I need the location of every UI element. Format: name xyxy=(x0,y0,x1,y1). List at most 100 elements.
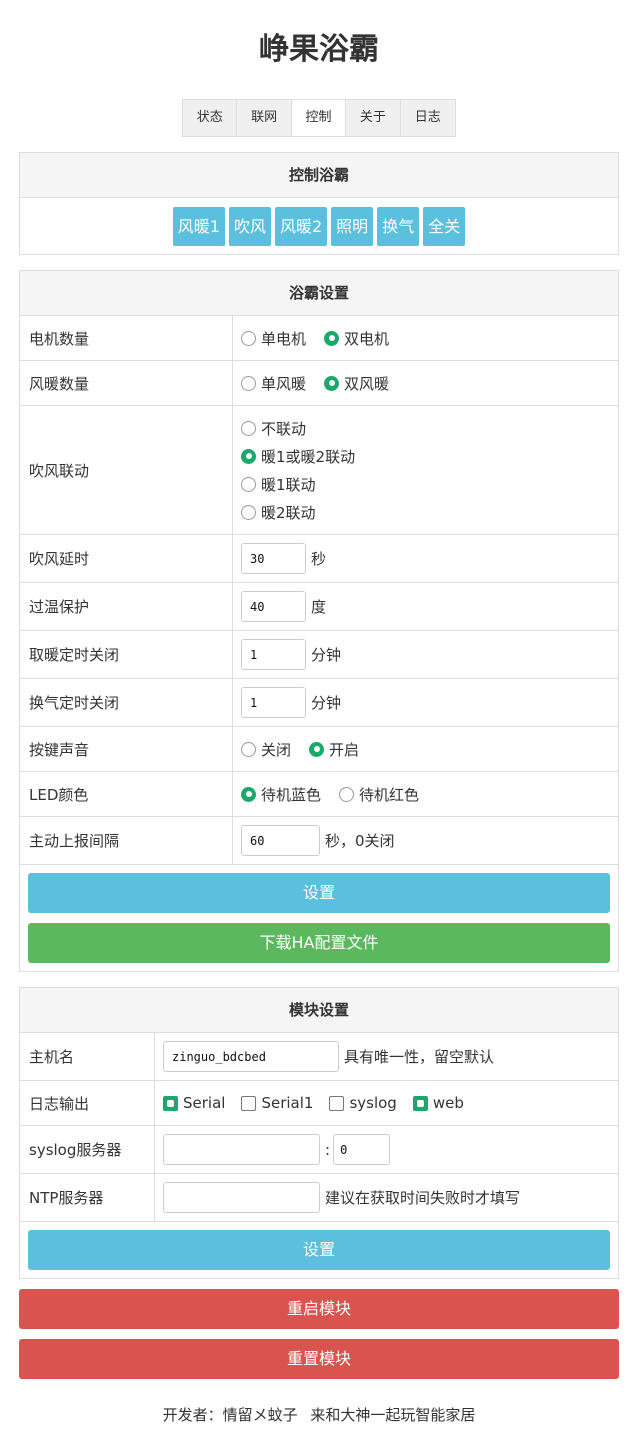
heat-timer-row: 取暖定时关闭 1 分钟 xyxy=(20,631,618,679)
settings-save-button[interactable]: 设置 xyxy=(28,873,610,913)
log-syslog-checkbox[interactable]: syslog xyxy=(329,1094,397,1112)
control-panel-title: 控制浴霸 xyxy=(20,153,618,198)
radio-checked-icon xyxy=(309,741,325,757)
key-sound-on-radio[interactable]: 开启 xyxy=(309,739,359,760)
radio-unchecked-icon xyxy=(241,375,256,391)
heater-double-radio[interactable]: 双风暖 xyxy=(324,373,389,394)
radio-unchecked-icon xyxy=(241,330,256,346)
tab-status[interactable]: 状态 xyxy=(183,100,238,136)
vent-timer-input[interactable]: 1 xyxy=(241,687,306,718)
led-red-radio[interactable]: 待机红色 xyxy=(339,784,419,805)
heater2-button[interactable]: 风暖2 xyxy=(274,207,328,246)
hostname-input[interactable]: zinguo_bdcbed xyxy=(163,1041,339,1072)
fan-link-none-radio[interactable]: 不联动 xyxy=(241,414,306,442)
settings-panel-title: 浴霸设置 xyxy=(20,271,618,316)
footer-developer-label: 开发者： xyxy=(162,1406,223,1424)
hostname-hint: 具有唯一性，留空默认 xyxy=(344,1048,495,1066)
fan-link-heater2-radio[interactable]: 暖2联动 xyxy=(241,498,316,526)
radio-unchecked-icon xyxy=(241,476,256,492)
log-serial-checkbox[interactable]: Serial xyxy=(163,1094,225,1112)
heat-timer-label: 取暖定时关闭 xyxy=(20,631,233,678)
overheat-unit: 度 xyxy=(311,598,327,616)
radio-checked-icon xyxy=(324,330,340,346)
radio-checked-icon xyxy=(241,786,256,802)
log-serial1-checkbox[interactable]: Serial1 xyxy=(241,1094,313,1112)
radio-unchecked-icon xyxy=(241,741,256,757)
syslog-server-row: syslog服务器 : 0 xyxy=(20,1126,618,1174)
tab-network[interactable]: 联网 xyxy=(237,100,292,136)
fan-delay-label: 吹风延时 xyxy=(20,535,233,582)
heater1-button[interactable]: 风暖1 xyxy=(172,207,225,246)
checkbox-unchecked-icon xyxy=(329,1095,345,1111)
heat-timer-input[interactable]: 1 xyxy=(241,639,306,670)
ntp-server-input[interactable] xyxy=(163,1182,320,1213)
fan-delay-row: 吹风延时 30 秒 xyxy=(20,535,618,583)
fan-link-label: 吹风联动 xyxy=(20,406,233,534)
overheat-label: 过温保护 xyxy=(20,583,233,630)
radio-unchecked-icon xyxy=(241,420,256,436)
download-ha-config-button[interactable]: 下载HA配置文件 xyxy=(28,923,610,963)
led-color-row: LED颜色 待机蓝色 待机红色 xyxy=(20,772,618,817)
module-panel: 模块设置 主机名 zinguo_bdcbed 具有唯一性，留空默认 日志输出 S… xyxy=(19,987,619,1279)
radio-checked-icon xyxy=(241,448,256,464)
tab-log[interactable]: 日志 xyxy=(400,100,455,136)
heater-count-label: 风暖数量 xyxy=(20,361,233,405)
module-save-button[interactable]: 设置 xyxy=(28,1230,610,1270)
report-interval-row: 主动上报间隔 60 秒，0关闭 xyxy=(20,817,618,865)
footer-slogan-link[interactable]: 来和大神一起玩智能家居 xyxy=(310,1406,475,1424)
page-title: 峥果浴霸 xyxy=(259,32,379,67)
vent-timer-label: 换气定时关闭 xyxy=(20,679,233,726)
checkbox-unchecked-icon xyxy=(241,1095,257,1111)
hostname-row: 主机名 zinguo_bdcbed 具有唯一性，留空默认 xyxy=(20,1033,618,1081)
radio-unchecked-icon xyxy=(339,786,355,802)
led-blue-radio[interactable]: 待机蓝色 xyxy=(241,784,321,805)
syslog-port-input[interactable]: 0 xyxy=(333,1134,391,1165)
fan-delay-input[interactable]: 30 xyxy=(241,543,306,574)
fan-link-either-radio[interactable]: 暖1或暖2联动 xyxy=(241,442,355,470)
vent-timer-unit: 分钟 xyxy=(311,694,342,712)
tab-bar: 状态 联网 控制 关于 日志 xyxy=(182,99,456,137)
motor-single-radio[interactable]: 单电机 xyxy=(241,328,306,349)
key-sound-off-radio[interactable]: 关闭 xyxy=(241,739,291,760)
ntp-server-row: NTP服务器 建议在获取时间失败时才填写 xyxy=(20,1174,618,1222)
report-interval-unit: 秒，0关闭 xyxy=(325,832,395,850)
module-panel-title: 模块设置 xyxy=(20,988,618,1033)
footer-developer-link[interactable]: 情留メ蚊子 xyxy=(223,1406,298,1424)
log-output-row: 日志输出 Serial Serial1 syslog web xyxy=(20,1081,618,1126)
checkbox-checked-icon xyxy=(163,1095,178,1111)
checkbox-checked-icon xyxy=(412,1095,428,1111)
log-output-label: 日志输出 xyxy=(20,1081,155,1125)
log-web-checkbox[interactable]: web xyxy=(412,1094,464,1112)
tab-about[interactable]: 关于 xyxy=(346,100,401,136)
fan-delay-unit: 秒 xyxy=(311,550,327,568)
ntp-server-label: NTP服务器 xyxy=(20,1174,155,1221)
overheat-input[interactable]: 40 xyxy=(241,591,306,622)
motor-count-row: 电机数量 单电机 双电机 xyxy=(20,316,618,361)
radio-checked-icon xyxy=(324,375,340,391)
motor-double-radio[interactable]: 双电机 xyxy=(324,328,389,349)
reset-module-button[interactable]: 重置模块 xyxy=(19,1339,619,1379)
syslog-host-input[interactable] xyxy=(163,1134,320,1165)
restart-module-button[interactable]: 重启模块 xyxy=(19,1289,619,1329)
fan-link-row: 吹风联动 不联动 暖1或暖2联动 暖1联动 暖2联动 xyxy=(20,406,618,535)
key-sound-label: 按键声音 xyxy=(20,727,233,771)
tab-control[interactable]: 控制 xyxy=(291,100,347,136)
settings-panel: 浴霸设置 电机数量 单电机 双电机 风暖数量 单风暖 双风暖 吹风联动 不联动 … xyxy=(19,270,619,972)
motor-count-label: 电机数量 xyxy=(20,316,233,360)
vent-timer-row: 换气定时关闭 1 分钟 xyxy=(20,679,618,727)
heater-count-row: 风暖数量 单风暖 双风暖 xyxy=(20,361,618,406)
radio-unchecked-icon xyxy=(241,504,256,520)
control-panel: 控制浴霸 风暖1 吹风 风暖2 照明 换气 全关 xyxy=(19,152,619,255)
report-interval-input[interactable]: 60 xyxy=(241,825,320,856)
fan-link-heater1-radio[interactable]: 暖1联动 xyxy=(241,470,316,498)
footer: 开发者：情留メ蚊子 来和大神一起玩智能家居 xyxy=(0,1404,638,1425)
ntp-server-hint: 建议在获取时间失败时才填写 xyxy=(325,1189,521,1207)
light-button[interactable]: 照明 xyxy=(331,207,374,246)
led-color-label: LED颜色 xyxy=(20,772,233,816)
heater-single-radio[interactable]: 单风暖 xyxy=(241,373,306,394)
heat-timer-unit: 分钟 xyxy=(311,646,342,664)
vent-button[interactable]: 换气 xyxy=(377,207,420,246)
fan-button[interactable]: 吹风 xyxy=(228,207,271,246)
syslog-server-label: syslog服务器 xyxy=(20,1126,155,1173)
all-off-button[interactable]: 全关 xyxy=(423,207,466,246)
